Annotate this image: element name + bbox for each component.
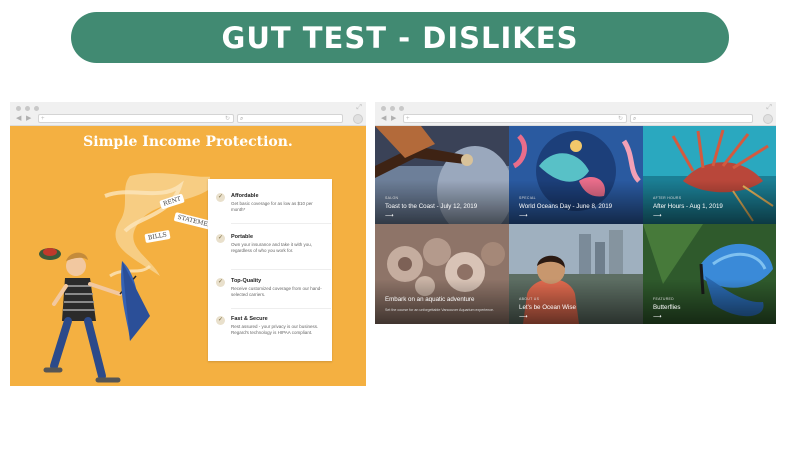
tile-caption: Butterflies [653,304,681,311]
divider [231,223,331,224]
plus-icon: + [41,116,45,122]
tile-shade [643,279,776,324]
feature-description: Get basic coverage for as low as $10 per… [231,201,313,212]
minimize-dot[interactable] [25,106,30,111]
feature-title: Fast & Secure [231,316,268,322]
close-dot[interactable] [381,106,386,111]
feature-title: Affordable [231,193,259,199]
forward-icon[interactable]: ▶ [391,115,396,123]
reload-icon[interactable]: ↻ [618,115,623,123]
man-with-umbrella-illustration [39,173,210,383]
reload-icon[interactable]: ↻ [225,115,230,123]
search-bar[interactable]: ⌕ [630,114,753,123]
tile-world-oceans-day[interactable]: SPECIAL World Oceans Day - June 8, 2019 … [509,126,643,224]
menu-button[interactable] [763,114,773,124]
resize-icon[interactable]: ⤢ [356,104,362,112]
slide: GUT TEST - DISLIKES ◀ ▶ + ↻ ⌕ ⤢ Simple I… [0,0,800,450]
feature-title: Portable [231,234,254,240]
arrow-right-icon[interactable]: ⟶ [653,314,662,320]
check-icon: ✓ [216,234,225,243]
browser-window-insurance: ◀ ▶ + ↻ ⌕ ⤢ Simple Income Protection. RE… [10,102,366,386]
check-icon: ✓ [216,193,225,202]
tile-butterflies[interactable]: FEATURED Butterflies ⟶ [643,224,776,324]
plus-icon: + [406,116,410,122]
tile-caption: Embark on an aquatic adventure [385,296,475,303]
tile-category: SALON [385,196,399,200]
close-dot[interactable] [16,106,21,111]
tile-after-hours[interactable]: AFTER HOURS After Hours - Aug 1, 2019 ⟶ [643,126,776,224]
feature-description: Own your insurance and take it with you,… [231,242,313,253]
tile-shade [509,279,643,324]
divider [231,308,331,309]
arrow-right-icon[interactable]: ⟶ [519,213,528,219]
divider [231,269,331,270]
tile-caption: Toast to the Coast - July 12, 2019 [385,203,478,210]
resize-icon[interactable]: ⤢ [766,104,772,112]
tile-subtitle: Set the course for an unforgettable Vanc… [385,308,495,312]
feature-description: Rest assured - your privacy is our busin… [231,324,319,335]
maximize-dot[interactable] [399,106,404,111]
tile-shade [509,179,643,224]
browser-window-aquarium: ◀ ▶ + ↻ ⌕ ⤢ SALON Toast to the Coast - J… [375,102,776,324]
tile-category: SPECIAL [519,196,536,200]
browser-toolbar: ◀ ▶ + ↻ ⌕ ⤢ [375,102,776,126]
browser-toolbar: ◀ ▶ + ↻ ⌕ ⤢ [10,102,366,126]
check-icon: ✓ [216,278,225,287]
tile-aquatic-adventure[interactable]: Embark on an aquatic adventure Set the c… [375,224,509,324]
tile-ocean-wise[interactable]: ABOUT US Let's be Ocean Wise ⟶ [509,224,643,324]
maximize-dot[interactable] [34,106,39,111]
check-icon: ✓ [216,316,225,325]
search-icon: ⌕ [633,116,637,122]
feature-title: Top-Quality [231,278,262,284]
tile-caption: Let's be Ocean Wise [519,304,576,311]
search-icon: ⌕ [240,116,244,122]
slide-title: GUT TEST - DISLIKES [71,12,729,63]
address-bar[interactable]: + ↻ [403,114,627,123]
minimize-dot[interactable] [390,106,395,111]
menu-button[interactable] [353,114,363,124]
address-bar[interactable]: + ↻ [38,114,234,123]
tile-category: AFTER HOURS [653,196,682,200]
arrow-right-icon[interactable]: ⟶ [385,213,394,219]
tile-shade [375,179,509,224]
page-content: Simple Income Protection. RENT BILLS STA… [10,126,366,386]
forward-icon[interactable]: ▶ [26,115,31,123]
tile-toast-to-the-coast[interactable]: SALON Toast to the Coast - July 12, 2019… [375,126,509,224]
tile-category: FEATURED [653,297,675,301]
feature-description: Receive customized coverage from our han… [231,286,322,297]
window-controls[interactable] [381,106,404,111]
event-grid: SALON Toast to the Coast - July 12, 2019… [375,126,776,324]
features-card: ✓ Affordable Get basic coverage for as l… [208,179,332,361]
back-icon[interactable]: ◀ [381,115,386,123]
arrow-right-icon[interactable]: ⟶ [519,314,528,320]
tile-shade [643,179,776,224]
back-icon[interactable]: ◀ [16,115,21,123]
tile-category: ABOUT US [519,297,540,301]
tile-caption: After Hours - Aug 1, 2019 [653,203,723,210]
window-controls[interactable] [16,106,39,111]
tile-caption: World Oceans Day - June 8, 2019 [519,203,613,210]
search-bar[interactable]: ⌕ [237,114,343,123]
arrow-right-icon[interactable]: ⟶ [653,213,662,219]
